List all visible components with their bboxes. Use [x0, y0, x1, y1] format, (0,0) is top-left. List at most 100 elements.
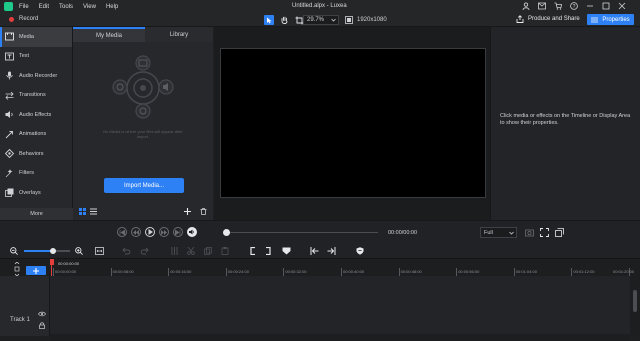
sidebar-item-audio-effects[interactable]: Audio Effects — [0, 105, 72, 125]
sidebar-item-behaviors[interactable]: Behaviors — [0, 144, 72, 164]
redo-icon[interactable] — [140, 247, 149, 255]
zoom-slider-handle[interactable] — [50, 248, 56, 254]
sidebar-item-label: Audio Effects — [19, 111, 52, 118]
sidebar-item-filters[interactable]: Filters — [0, 164, 72, 184]
lock-icon[interactable] — [39, 322, 45, 329]
minimize-icon[interactable] — [586, 2, 594, 10]
mark-out-icon[interactable] — [265, 247, 271, 255]
share-icon — [516, 15, 524, 23]
close-icon[interactable] — [618, 2, 626, 10]
tab-my-media[interactable]: My Media — [73, 27, 145, 42]
menu-tools[interactable]: Tools — [59, 4, 73, 10]
cart-icon[interactable] — [554, 2, 562, 10]
canvas-size-icon[interactable] — [345, 16, 353, 24]
transitions-icon — [5, 91, 14, 100]
notifications-icon[interactable] — [538, 2, 546, 10]
cut-icon[interactable] — [187, 247, 195, 255]
step-forward-button[interactable] — [159, 227, 169, 237]
sidebar-item-media[interactable]: Media — [0, 27, 72, 47]
copy-icon[interactable] — [204, 247, 212, 255]
menu-edit[interactable]: Edit — [39, 4, 49, 10]
split-icon[interactable] — [170, 247, 179, 255]
mark-in-icon[interactable] — [250, 247, 256, 255]
track-name: Track 1 — [10, 317, 30, 323]
step-back-button[interactable] — [131, 227, 141, 237]
menu-bar: File Edit Tools View Help Untitled.alpx … — [0, 0, 640, 13]
microphone-icon — [5, 71, 14, 80]
ruler-tick-label: 00:00:00:00 — [55, 269, 77, 274]
record-dot-icon — [9, 16, 14, 22]
playhead-time: 00:00:00:00 — [58, 261, 80, 266]
play-button[interactable] — [145, 227, 155, 237]
menu-view[interactable]: View — [83, 4, 96, 10]
toolbar: Record 29.7% 1920x1080 Produce and Share… — [0, 13, 640, 27]
hand-tool-icon[interactable] — [280, 16, 289, 25]
list-icon — [591, 17, 599, 23]
list-view-icon[interactable] — [90, 208, 97, 215]
produce-label: Produce and Share — [528, 16, 580, 22]
zoom-value: 29.7% — [307, 17, 325, 23]
grid-view-icon[interactable] — [79, 208, 86, 215]
sidebar-item-label: Transitions — [19, 92, 46, 99]
menu-file[interactable]: File — [19, 4, 29, 10]
select-tool-icon[interactable] — [264, 15, 274, 25]
zoom-in-icon[interactable] — [75, 247, 83, 255]
sidebar-item-audio-recorder[interactable]: Audio Recorder — [0, 66, 72, 86]
shield-icon[interactable] — [356, 247, 364, 255]
eye-icon[interactable] — [38, 311, 46, 317]
zoom-dropdown[interactable]: 29.7% — [303, 15, 339, 25]
marker-icon[interactable] — [282, 247, 291, 255]
preview-canvas[interactable] — [220, 48, 486, 198]
import-media-button[interactable]: Import Media... — [104, 178, 184, 193]
sidebar-item-label: Animations — [19, 131, 47, 138]
properties-label: Properties — [602, 16, 630, 23]
track-header[interactable]: Track 1 — [0, 276, 50, 336]
maximize-icon[interactable] — [602, 2, 610, 10]
previous-frame-button[interactable] — [117, 227, 127, 237]
zoom-out-icon[interactable] — [10, 247, 18, 255]
vertical-scrollbar[interactable] — [630, 276, 640, 336]
quality-value: Full — [484, 229, 493, 236]
media-icon — [5, 32, 14, 41]
sidebar-item-text[interactable]: Text — [0, 47, 72, 67]
properties-button[interactable]: Properties — [587, 14, 634, 25]
animations-icon — [5, 130, 14, 139]
sidebar-item-animations[interactable]: Animations — [0, 125, 72, 145]
delete-icon[interactable] — [200, 208, 207, 215]
record-label: Record — [19, 16, 39, 22]
detach-preview-icon[interactable] — [555, 228, 564, 237]
sidebar-item-label: Overlays — [19, 189, 41, 196]
record-button[interactable]: Record — [9, 16, 38, 22]
help-icon[interactable]: ? — [570, 2, 578, 10]
sidebar-item-transitions[interactable]: Transitions — [0, 86, 72, 106]
timeline-ruler[interactable]: 00:00:00:00 00:00:00:00 00:00:08:00 00:00:… — [0, 258, 640, 277]
quality-dropdown[interactable]: Full — [480, 227, 517, 238]
volume-button[interactable] — [187, 227, 197, 237]
track-controls[interactable] — [13, 262, 21, 276]
tab-library[interactable]: Library — [145, 27, 213, 42]
horizontal-scrollbar[interactable] — [50, 334, 630, 341]
ruler-tick-label: 00:00:16:00 — [170, 269, 192, 274]
more-button[interactable]: More — [0, 208, 73, 220]
account-icon[interactable] — [522, 2, 530, 10]
add-track-button[interactable] — [26, 266, 46, 275]
playback-scrubber[interactable] — [224, 232, 378, 233]
audio-effects-icon — [5, 110, 14, 119]
paste-icon[interactable] — [221, 247, 229, 255]
go-to-start-icon[interactable] — [310, 247, 319, 255]
fullscreen-icon[interactable] — [540, 228, 549, 237]
snapshot-icon[interactable] — [525, 228, 534, 237]
menu-help[interactable]: Help — [106, 4, 118, 10]
sidebar-item-overlays[interactable]: Overlays — [0, 183, 72, 203]
go-to-end-icon[interactable] — [327, 247, 336, 255]
sidebar-item-label: Behaviors — [19, 150, 44, 157]
scrubber-handle[interactable] — [223, 229, 230, 236]
next-frame-button[interactable] — [173, 227, 183, 237]
sidebar-item-label: Text — [19, 53, 30, 60]
sidebar: Media Text Audio Recorder Transitions Au… — [0, 27, 73, 220]
add-media-icon[interactable] — [184, 208, 191, 215]
undo-icon[interactable] — [122, 247, 131, 255]
produce-share-button[interactable]: Produce and Share — [516, 15, 580, 23]
track-area[interactable] — [50, 276, 630, 336]
fit-timeline-icon[interactable] — [95, 247, 104, 255]
